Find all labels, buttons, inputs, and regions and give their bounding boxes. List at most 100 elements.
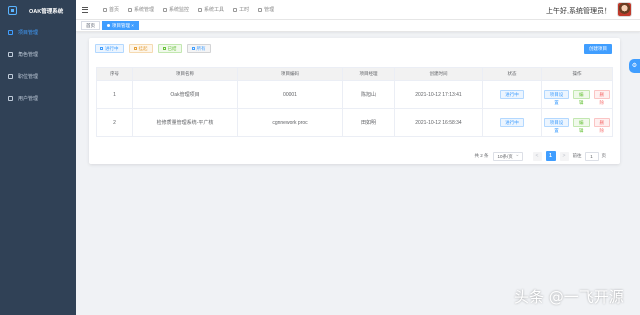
project-icon xyxy=(8,29,13,35)
sidebar-item-label: 项目管理 xyxy=(18,29,39,36)
project-settings-button[interactable]: 项目设置 xyxy=(544,118,569,133)
filter-label: 已结 xyxy=(167,46,177,51)
clock-icon xyxy=(233,7,238,12)
settings-drawer-icon[interactable]: ⚙ xyxy=(629,59,640,73)
filter-label: 进行中 xyxy=(105,46,119,51)
monitor-icon xyxy=(163,7,168,12)
hamburger-icon[interactable] xyxy=(82,6,88,13)
folder-icon xyxy=(191,47,195,50)
cell-created: 2021-10-12 16:58:34 xyxy=(394,108,483,137)
top-navbar: 首页 系统管理 系统监控 系统工具 工时 管理 上午好,系统管理员！ xyxy=(76,0,640,20)
status-filters: 进行中 挂起 已结 所有 xyxy=(95,44,216,53)
delete-button[interactable]: 删除 xyxy=(593,90,610,105)
topnav-home[interactable]: 首页 xyxy=(103,6,119,13)
tag-home[interactable]: 首页 xyxy=(81,21,100,30)
page-size-select[interactable]: 10条/页 xyxy=(492,151,523,161)
cell-name: Oak管理项目 xyxy=(132,80,238,109)
filter-in-progress-button[interactable]: 进行中 xyxy=(95,44,124,53)
table-row: 2 检修质量管理系统-平广核 cgnnework proc 田如明 2021-1… xyxy=(96,108,613,137)
pause-icon xyxy=(133,47,137,50)
col-index: 序号 xyxy=(96,67,133,81)
cell-created: 2021-10-12 17:13:41 xyxy=(394,80,483,109)
active-dot-icon xyxy=(107,24,110,28)
project-table: 序号 项目名称 项目编码 项目经理 创建时间 状态 操作 1 Oak管理项目 0… xyxy=(96,67,613,137)
sidebar-item-label: 用户管理 xyxy=(18,95,39,102)
cell-index: 1 xyxy=(96,80,133,109)
play-icon xyxy=(100,47,103,50)
top-nav: 首页 系统管理 系统监控 系统工具 工时 管理 xyxy=(94,6,274,13)
col-manager: 项目经理 xyxy=(342,67,395,81)
tag-projects[interactable]: 项目管理 × xyxy=(102,21,139,30)
position-icon xyxy=(8,73,13,79)
col-actions: 操作 xyxy=(541,67,613,81)
cell-index: 2 xyxy=(96,108,133,137)
cell-code: 00001 xyxy=(237,80,343,109)
topnav-label: 系统监控 xyxy=(169,7,190,13)
role-icon xyxy=(8,51,13,57)
col-name: 项目名称 xyxy=(132,67,238,81)
sidebar-item-projects[interactable]: 项目管理 xyxy=(0,21,76,43)
cell-status: 进行中 xyxy=(482,80,542,109)
goto-page-input[interactable]: 1 xyxy=(584,151,599,161)
tag-label: 项目管理 xyxy=(112,23,130,28)
filter-closed-button[interactable]: 已结 xyxy=(157,44,182,53)
total-count: 共 2 条 xyxy=(474,153,489,158)
pagination: 共 2 条 10条/页 < 1 > 前往 1 页 xyxy=(474,151,606,161)
topnav-manage[interactable]: 管理 xyxy=(258,6,274,13)
sidebar-item-positions[interactable]: 职位管理 xyxy=(0,65,76,87)
topnav-system-monitor[interactable]: 系统监控 xyxy=(163,6,189,13)
tags-view: 首页 项目管理 × xyxy=(76,20,640,32)
cell-actions: 项目设置 编辑 删除 xyxy=(541,108,613,137)
cell-actions: 项目设置 编辑 删除 xyxy=(541,80,613,109)
close-icon[interactable]: × xyxy=(131,23,134,28)
filter-label: 挂起 xyxy=(138,46,148,51)
tools-icon xyxy=(198,7,203,12)
app-title: OAK管理系统 xyxy=(29,8,64,15)
create-project-button[interactable]: 创建项目 xyxy=(584,44,612,54)
filter-all-button[interactable]: 所有 xyxy=(186,44,211,53)
filter-suspended-button[interactable]: 挂起 xyxy=(128,44,153,53)
topnav-label: 首页 xyxy=(109,7,120,13)
project-settings-button[interactable]: 项目设置 xyxy=(544,90,569,105)
cell-code: cgnnework proc xyxy=(237,108,343,137)
topnav-system-tools[interactable]: 系统工具 xyxy=(198,6,224,13)
sidebar-item-roles[interactable]: 角色管理 xyxy=(0,43,76,65)
topnav-label: 系统工具 xyxy=(204,7,225,13)
app-logo[interactable]: OAK管理系统 xyxy=(0,0,76,21)
page-unit-label: 页 xyxy=(601,153,607,158)
watermark-text: 头条 @一飞开源 xyxy=(514,288,624,306)
goto-label: 前往 xyxy=(572,153,582,158)
sidebar-item-label: 职位管理 xyxy=(18,73,39,80)
page-number-button[interactable]: 1 xyxy=(545,151,556,161)
sidebar-item-users[interactable]: 用户管理 xyxy=(0,87,76,109)
sidebar-item-label: 角色管理 xyxy=(18,51,39,58)
delete-button[interactable]: 删除 xyxy=(593,118,610,133)
cell-name: 检修质量管理系统-平广核 xyxy=(132,108,238,137)
greeting-text: 上午好,系统管理员！ xyxy=(546,8,611,15)
user-icon xyxy=(8,95,13,101)
col-code: 项目编码 xyxy=(237,67,343,81)
check-icon xyxy=(162,47,166,50)
table-header-row: 序号 项目名称 项目编码 项目经理 创建时间 状态 操作 xyxy=(96,67,613,81)
topnav-label: 管理 xyxy=(264,7,275,13)
settings-icon xyxy=(128,7,133,12)
edit-button[interactable]: 编辑 xyxy=(573,118,590,133)
cell-manager: 田如明 xyxy=(342,108,395,137)
status-badge: 进行中 xyxy=(500,118,524,127)
topnav-label: 系统管理 xyxy=(134,7,155,13)
edit-button[interactable]: 编辑 xyxy=(573,90,590,105)
project-card: 进行中 挂起 已结 所有 创建项目 序号 项目名称 项目编码 项目经理 创建时间… xyxy=(89,38,620,164)
folder-icon xyxy=(258,7,263,12)
logo-icon xyxy=(8,6,17,15)
status-badge: 进行中 xyxy=(500,90,524,99)
topnav-worktime[interactable]: 工时 xyxy=(233,6,249,13)
prev-page-button[interactable]: < xyxy=(532,151,542,161)
next-page-button[interactable]: > xyxy=(559,151,569,161)
cell-manager: 陈旭山 xyxy=(342,80,395,109)
topnav-system-manage[interactable]: 系统管理 xyxy=(128,6,154,13)
cell-status: 进行中 xyxy=(482,108,542,137)
filter-label: 所有 xyxy=(196,46,206,51)
col-status: 状态 xyxy=(482,67,542,81)
user-avatar[interactable] xyxy=(617,2,632,17)
home-icon xyxy=(103,7,107,12)
